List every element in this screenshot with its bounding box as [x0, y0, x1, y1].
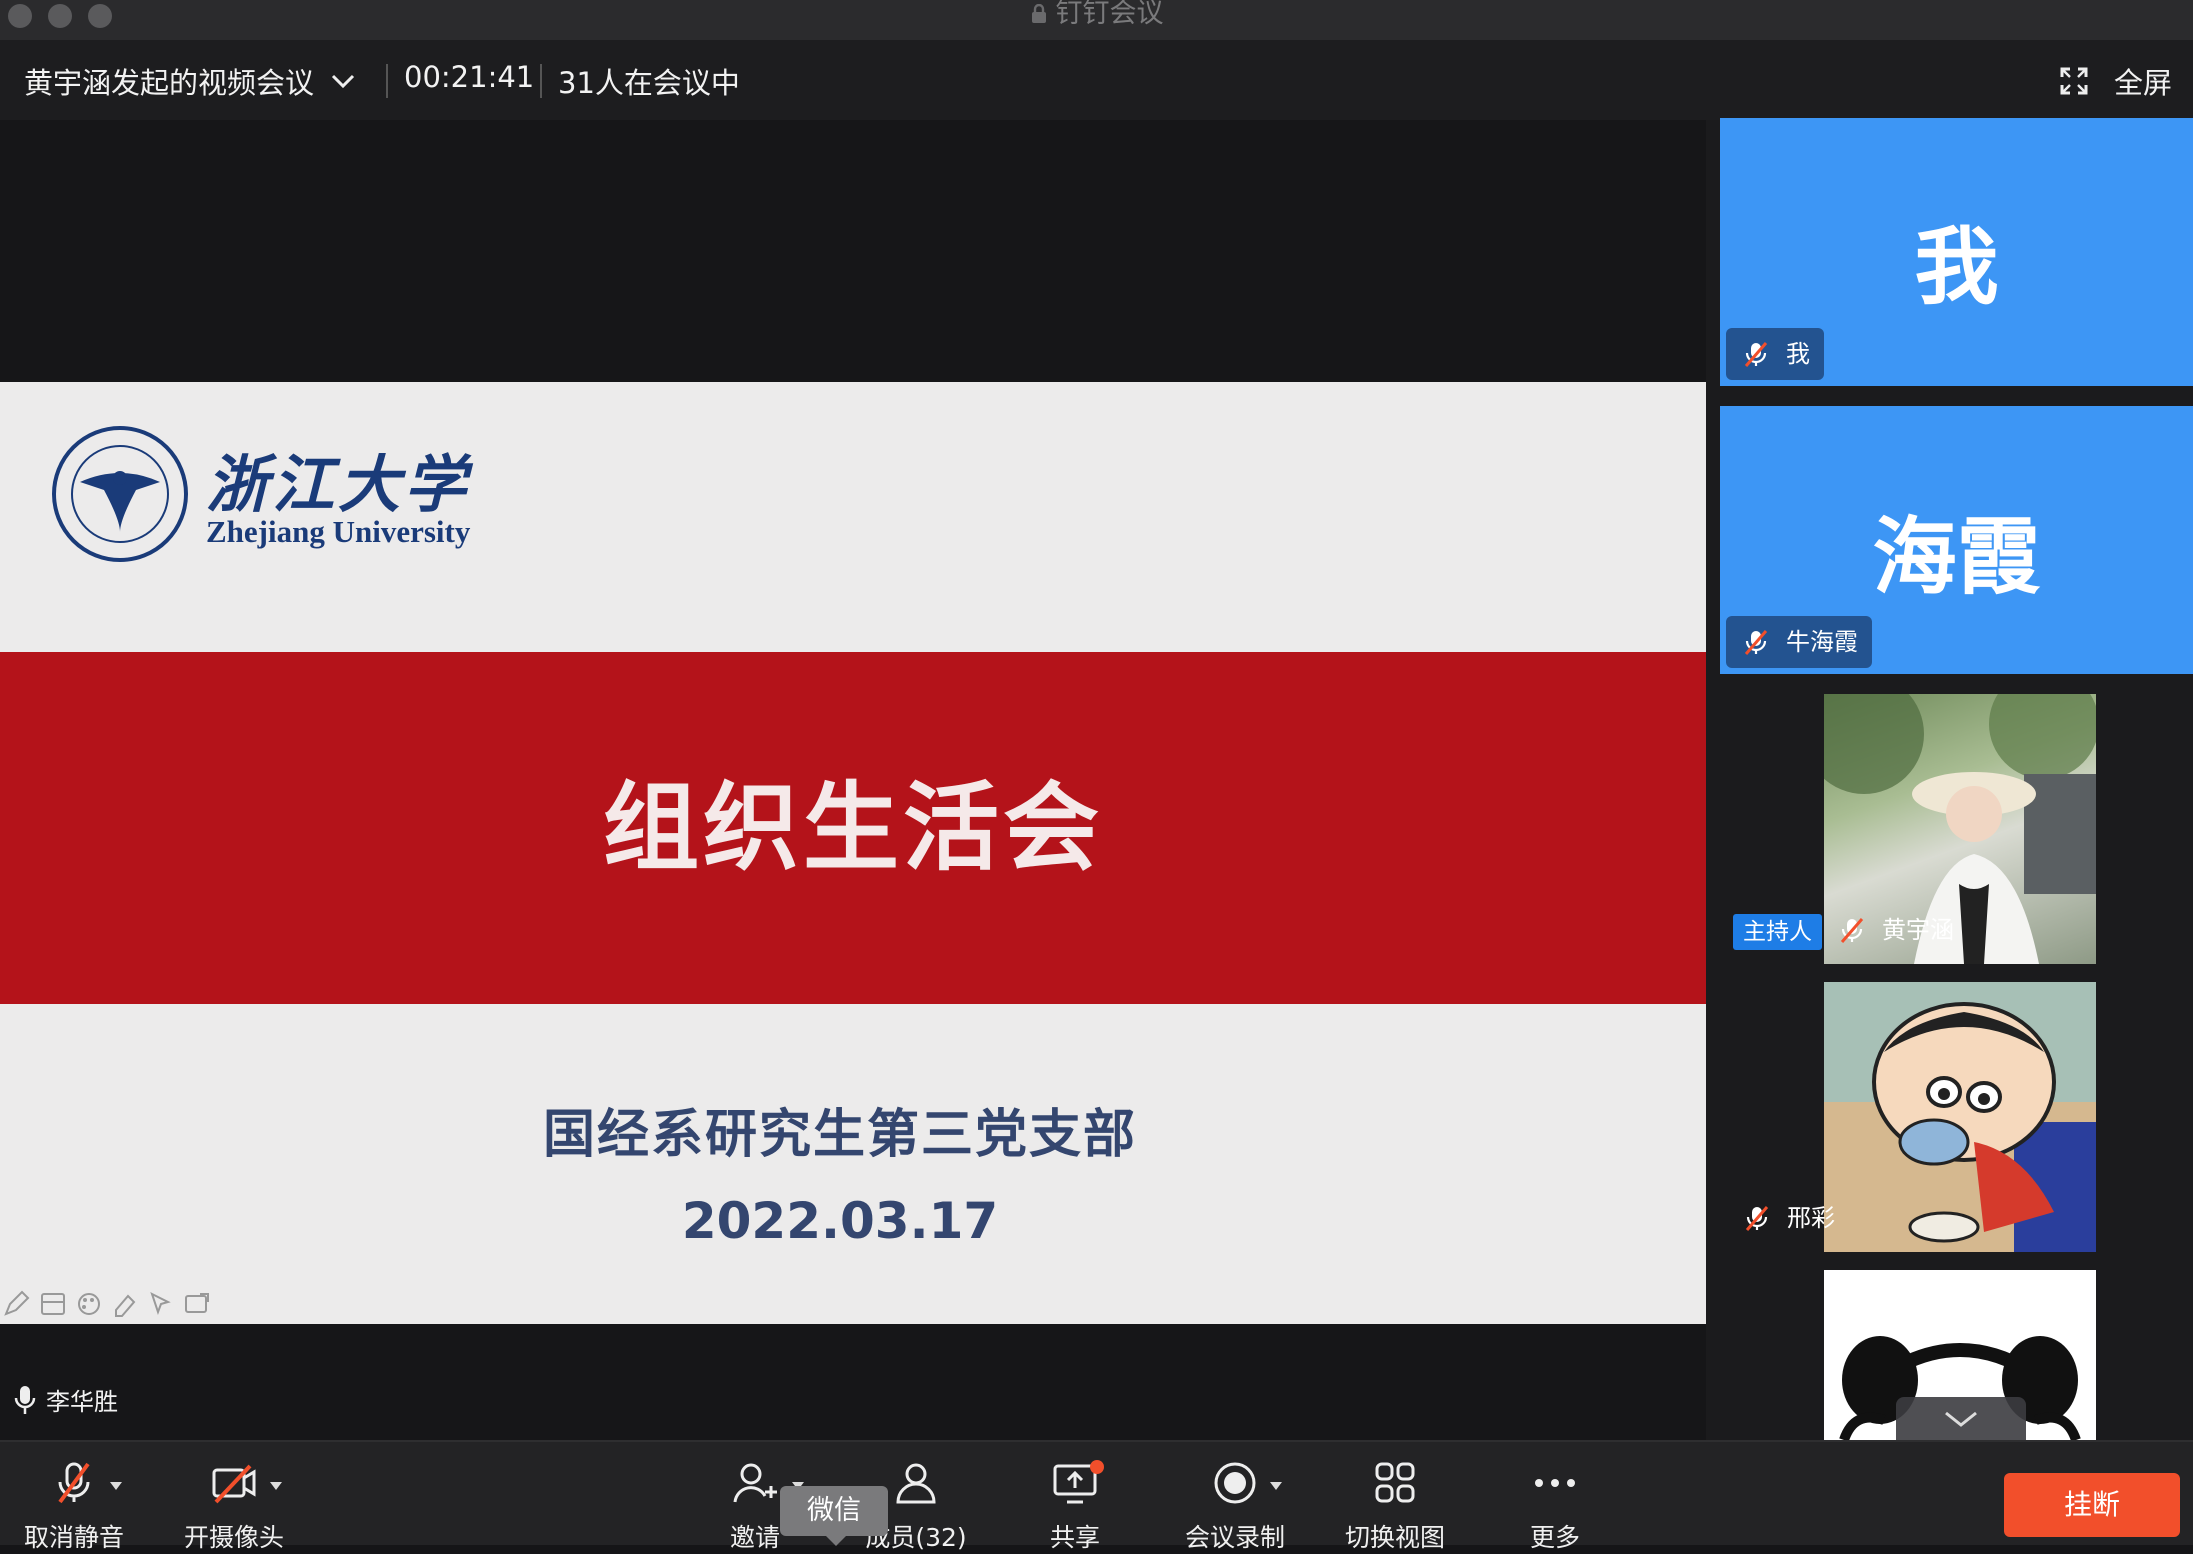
highlighter-icon[interactable] — [38, 1290, 68, 1318]
slide-organization: 国经系研究生第三党支部 — [542, 1105, 1137, 1165]
participant-name-chip: 我 — [1726, 328, 1824, 380]
eraser-icon[interactable] — [110, 1290, 140, 1318]
mic-muted-icon — [1744, 630, 1768, 655]
university-name-cn: 浙江大学 — [206, 448, 471, 521]
add-user-icon — [733, 1463, 777, 1503]
participant-name-chip: 邢彩 — [1735, 1198, 1835, 1238]
palette-icon[interactable] — [74, 1290, 104, 1318]
audio-options-caret[interactable] — [110, 1482, 122, 1490]
zju-seal-logo — [52, 426, 188, 562]
wechat-tooltip: 微信 — [780, 1486, 888, 1546]
members-icon — [896, 1463, 936, 1504]
header-divider — [540, 64, 542, 98]
microphone-icon — [14, 1386, 36, 1414]
pen-icon[interactable] — [2, 1290, 32, 1318]
video-options-caret[interactable] — [270, 1482, 282, 1490]
share-screen-button[interactable]: 共享 — [1030, 1442, 1120, 1552]
active-speaker-label: 李华胜 — [14, 1382, 118, 1417]
record-icon — [1214, 1462, 1256, 1504]
share-label: 共享 — [1049, 1523, 1100, 1552]
participant-avatar-text: 我 — [1914, 218, 1999, 316]
participant-name-chip: 牛海霞 — [1726, 616, 1872, 668]
participant-cartoon-avatar — [1824, 982, 2096, 1252]
camera-label: 开摄像头 — [183, 1523, 284, 1552]
meeting-timer: 00:21:41 — [404, 60, 535, 94]
participant-tile[interactable]: 海霞 牛海霞 — [1720, 406, 2193, 674]
more-dots-icon — [1535, 1479, 1575, 1487]
window-title: 钉钉会议 — [0, 0, 2193, 28]
share-notification-dot — [1090, 1460, 1104, 1474]
shared-screen-area: 浙江大学 Zhejiang University 组织生活会 国经系研究生第三党… — [0, 120, 1720, 1440]
switch-view-label: 切换视图 — [1344, 1523, 1445, 1552]
fullscreen-button[interactable]: 全屏 — [2114, 60, 2172, 102]
lock-icon — [1031, 4, 1046, 23]
save-annotation-icon[interactable] — [182, 1290, 212, 1318]
participant-video[interactable] — [1824, 982, 2096, 1252]
camera-off-icon — [212, 1464, 256, 1504]
record-label: 会议录制 — [1184, 1523, 1285, 1552]
header-divider — [386, 64, 388, 98]
unmute-button[interactable]: 取消静音 — [14, 1442, 134, 1552]
hang-up-button[interactable]: 挂断 — [2004, 1473, 2180, 1537]
fullscreen-icon[interactable] — [2060, 67, 2088, 95]
active-speaker-name: 李华胜 — [46, 1388, 118, 1416]
chevron-down-icon — [1945, 1411, 1977, 1427]
participant-name: 邢彩 — [1787, 1204, 1835, 1232]
participant-name-chip: 黄宇涵 — [1830, 910, 1954, 950]
switch-view-button[interactable]: 切换视图 — [1340, 1442, 1450, 1552]
chevron-down-icon[interactable] — [328, 66, 358, 96]
meeting-title[interactable]: 黄宇涵发起的视频会议 — [24, 60, 314, 102]
slide-date: 2022.03.17 — [681, 1192, 999, 1250]
mic-muted-icon — [1745, 1206, 1769, 1231]
meeting-header: 黄宇涵发起的视频会议 00:21:41 31人在会议中 全屏 — [0, 40, 2193, 120]
participant-name: 我 — [1786, 340, 1810, 368]
more-label: 更多 — [1529, 1523, 1580, 1552]
university-name-en: Zhejiang University — [206, 514, 471, 549]
participant-tile[interactable]: 我 我 — [1720, 118, 2193, 386]
mic-muted-icon — [1744, 342, 1768, 367]
mic-muted-icon — [1840, 918, 1864, 943]
host-badge: 主持人 — [1733, 914, 1822, 950]
mic-muted-icon — [58, 1462, 90, 1504]
unmute-label: 取消静音 — [23, 1523, 124, 1552]
more-button[interactable]: 更多 — [1510, 1442, 1600, 1552]
pointer-icon[interactable] — [146, 1290, 176, 1318]
participant-name: 黄宇涵 — [1882, 916, 1954, 944]
record-options-caret[interactable] — [1270, 1482, 1282, 1490]
record-button[interactable]: 会议录制 — [1180, 1442, 1290, 1552]
window-titlebar: 钉钉会议 — [0, 0, 2193, 40]
slide-title: 组织生活会 — [603, 772, 1103, 884]
start-camera-button[interactable]: 开摄像头 — [174, 1442, 294, 1552]
annotation-toolbar — [2, 1290, 218, 1318]
grid-view-icon — [1375, 1462, 1415, 1503]
participant-name: 牛海霞 — [1786, 628, 1858, 656]
scroll-participants-button[interactable] — [1896, 1397, 2026, 1441]
window-title-text: 钉钉会议 — [1055, 0, 1164, 29]
presentation-slide: 浙江大学 Zhejiang University 组织生活会 国经系研究生第三党… — [0, 382, 1706, 1324]
meeting-toolbar: 取消静音 开摄像头 邀请 成员(32) 共享 会议录制 切换视图 更多 — [0, 1440, 2193, 1552]
participant-avatar-text: 海霞 — [1872, 508, 2041, 606]
participant-count[interactable]: 31人在会议中 — [558, 60, 740, 102]
